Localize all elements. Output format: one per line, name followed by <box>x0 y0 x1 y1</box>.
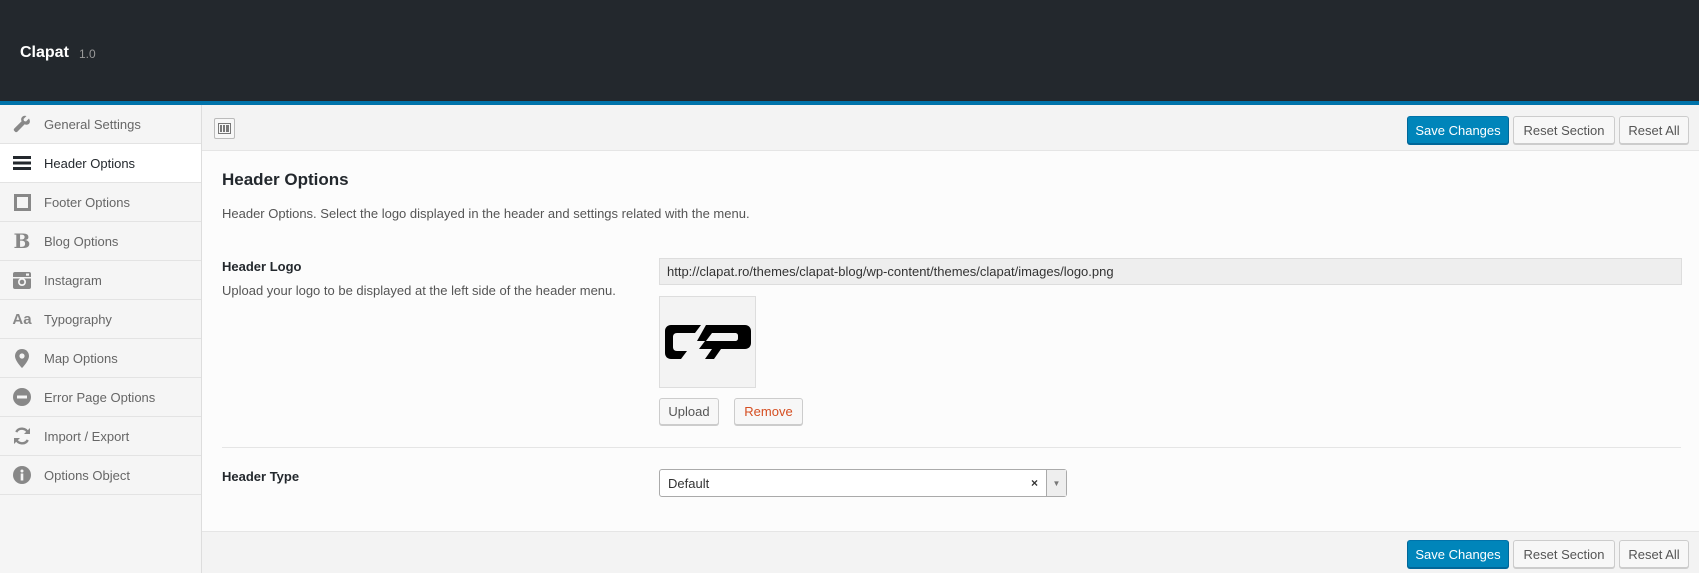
remove-button[interactable]: Remove <box>734 398 803 425</box>
info-icon <box>0 466 44 484</box>
instagram-icon <box>0 271 44 289</box>
section-title: Header Options <box>222 170 349 189</box>
sidebar-item-general-settings[interactable]: General Settings <box>0 105 201 144</box>
top-header: Clapat 1.0 <box>0 0 1699 105</box>
expand-options-button[interactable] <box>214 118 235 139</box>
header-logo-url-field[interactable]: http://clapat.ro/themes/clapat-blog/wp-c… <box>659 258 1682 285</box>
bold-b-icon: B <box>13 229 31 253</box>
save-changes-button[interactable]: Save Changes <box>1407 540 1509 568</box>
save-changes-button[interactable]: Save Changes <box>1407 116 1509 144</box>
clear-selection-icon[interactable]: × <box>1031 476 1038 490</box>
wrench-icon <box>0 115 44 133</box>
upload-button[interactable]: Upload <box>659 398 719 425</box>
header-logo-description: Upload your logo to be displayed at the … <box>222 283 616 298</box>
expand-icon <box>218 123 231 134</box>
top-toolbar: Save Changes Reset Section Reset All <box>202 105 1699 151</box>
sidebar-item-label: Typography <box>44 311 112 327</box>
sidebar-item-label: Footer Options <box>44 194 130 210</box>
header-type-select[interactable]: Default × ▼ <box>659 469 1067 497</box>
square-icon <box>0 193 44 211</box>
divider <box>222 447 1681 448</box>
sidebar-item-import-export[interactable]: Import / Export <box>0 417 201 456</box>
reset-section-button[interactable]: Reset Section <box>1513 116 1615 144</box>
sidebar: General Settings Header Options Footer O… <box>0 105 202 573</box>
reset-section-button[interactable]: Reset Section <box>1513 540 1615 568</box>
dropdown-arrow-icon[interactable]: ▼ <box>1046 470 1066 496</box>
reset-all-button[interactable]: Reset All <box>1619 540 1689 568</box>
clapat-logo-image <box>664 325 751 359</box>
sidebar-item-label: Header Options <box>44 155 136 171</box>
sidebar-item-header-options[interactable]: Header Options <box>0 144 201 183</box>
app-title: Clapat <box>20 44 69 61</box>
minus-circle-icon <box>0 388 44 406</box>
sidebar-item-error-page-options[interactable]: Error Page Options <box>0 378 201 417</box>
sidebar-item-label: General Settings <box>44 116 141 132</box>
sidebar-item-label: Instagram <box>44 272 102 288</box>
logo-preview <box>659 296 756 388</box>
menu-bars-icon <box>0 155 44 171</box>
sidebar-item-label: Map Options <box>44 350 118 366</box>
main-panel: Save Changes Reset Section Reset All Hea… <box>202 105 1699 573</box>
sidebar-item-options-object[interactable]: Options Object <box>0 456 201 495</box>
sidebar-item-instagram[interactable]: Instagram <box>0 261 201 300</box>
sidebar-item-blog-options[interactable]: B Blog Options <box>0 222 201 261</box>
section-description: Header Options. Select the logo displaye… <box>222 206 750 221</box>
header-type-selected-value: Default <box>668 475 710 491</box>
sidebar-item-label: Options Object <box>44 467 130 483</box>
map-pin-icon <box>0 348 44 368</box>
sidebar-item-map-options[interactable]: Map Options <box>0 339 201 378</box>
sidebar-item-label: Blog Options <box>44 233 119 249</box>
header-type-label: Header Type <box>222 469 300 484</box>
sidebar-item-label: Error Page Options <box>44 389 156 405</box>
sidebar-item-typography[interactable]: Aa Typography <box>0 300 201 339</box>
refresh-icon <box>0 427 44 445</box>
sidebar-item-label: Import / Export <box>44 428 130 444</box>
bottom-toolbar: Save Changes Reset Section Reset All <box>202 531 1699 573</box>
typography-aa-icon: Aa <box>12 310 32 328</box>
app-version: 1.0 <box>79 47 96 61</box>
header-logo-label: Header Logo <box>222 259 302 274</box>
reset-all-button[interactable]: Reset All <box>1619 116 1689 144</box>
sidebar-item-footer-options[interactable]: Footer Options <box>0 183 201 222</box>
